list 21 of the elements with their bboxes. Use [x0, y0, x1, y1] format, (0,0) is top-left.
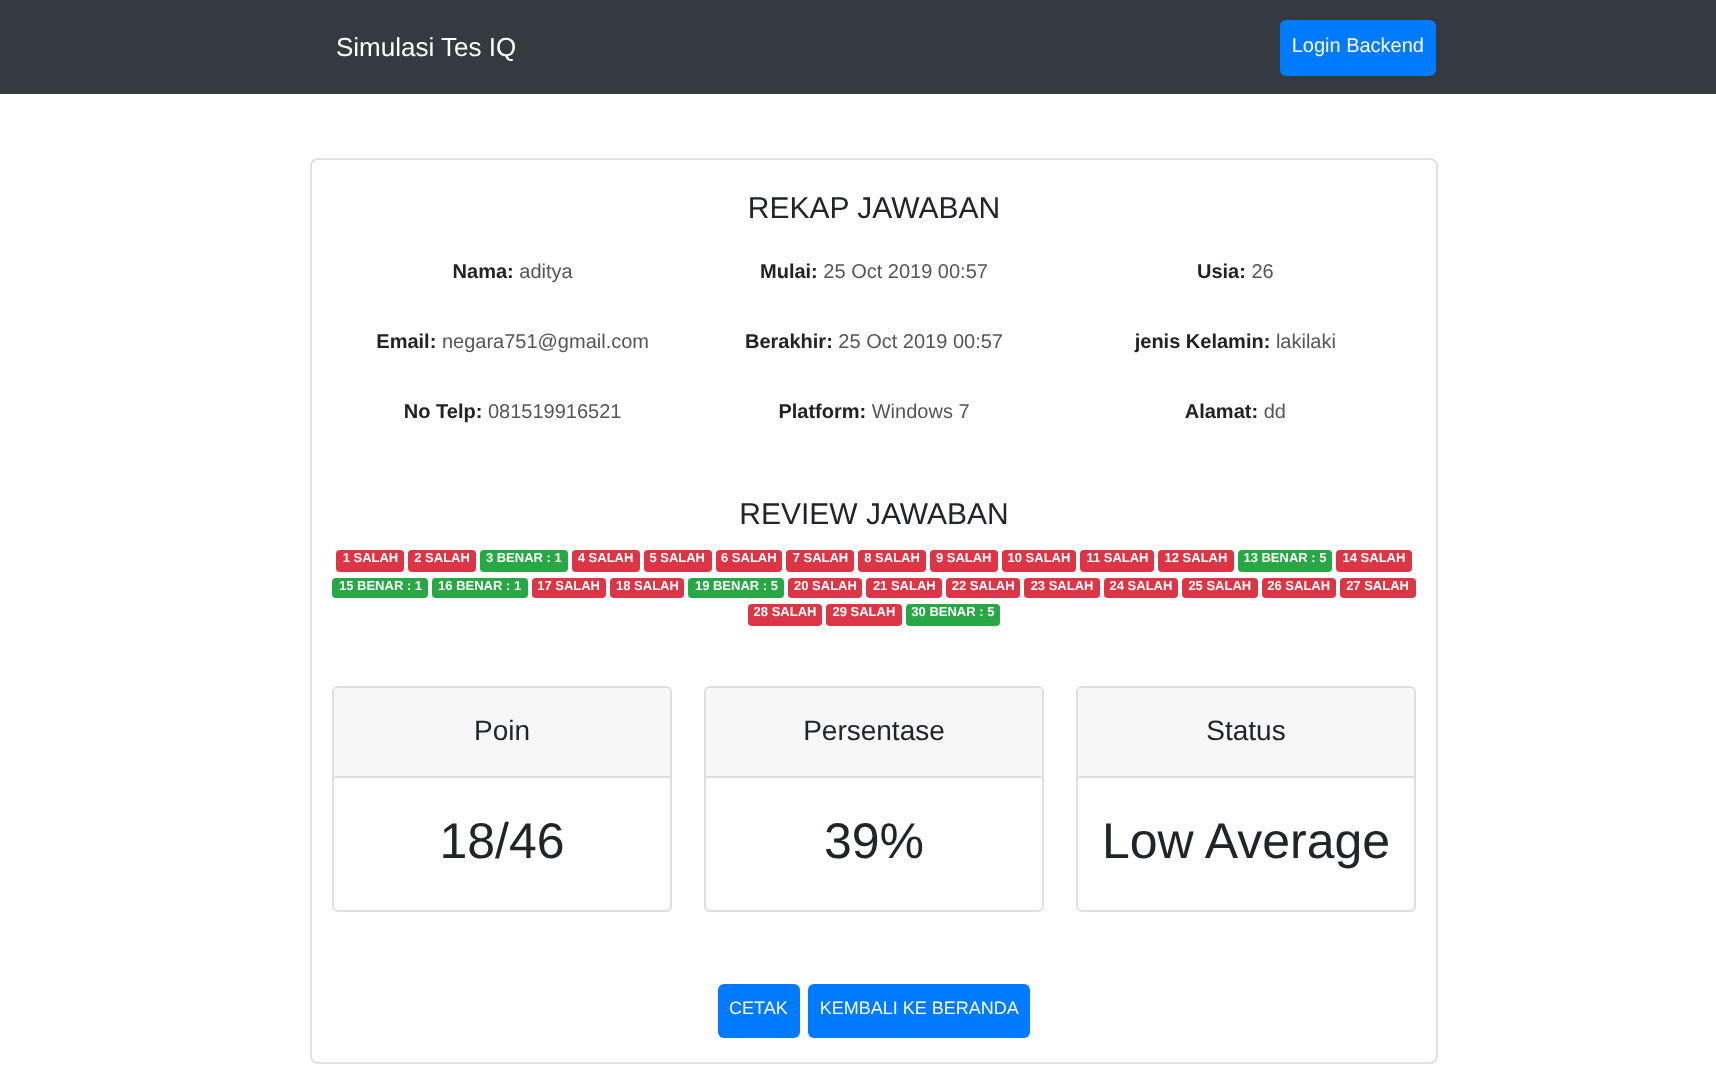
result-value: 39%	[823, 811, 925, 874]
info-field: Berakhir: 25 Oct 2019 00:57	[745, 331, 1003, 353]
result-heading: Poin	[473, 712, 531, 750]
info-field: Email: negara751@gmail.com	[376, 331, 649, 353]
info-field: No Telp: 081519916521	[403, 401, 622, 423]
action-button[interactable]: KEMBALI KE BERANDA	[807, 983, 1031, 1037]
result-heading: Persentase	[803, 712, 945, 750]
info-field: Platform: Windows 7	[778, 401, 970, 423]
login-button[interactable]: Login Backend	[1279, 19, 1436, 75]
info-field: Nama: aditya	[452, 261, 573, 283]
section-title: REVIEW JAWABAN	[739, 495, 1009, 535]
brand-title[interactable]: Simulasi Tes IQ	[336, 27, 517, 67]
result-value: 18/46	[439, 811, 565, 874]
info-field: Usia: 26	[1196, 261, 1274, 283]
section-title: REKAP JAWABAN	[747, 190, 1001, 230]
info-field: Mulai: 25 Oct 2019 00:57	[760, 261, 988, 283]
result-heading: Status	[1206, 712, 1286, 750]
result-value: Low Average	[1101, 811, 1391, 874]
info-field: jenis Kelamin: lakilaki	[1134, 331, 1336, 353]
info-field: Alamat: dd	[1184, 401, 1286, 423]
action-button[interactable]: CETAK	[717, 983, 800, 1037]
